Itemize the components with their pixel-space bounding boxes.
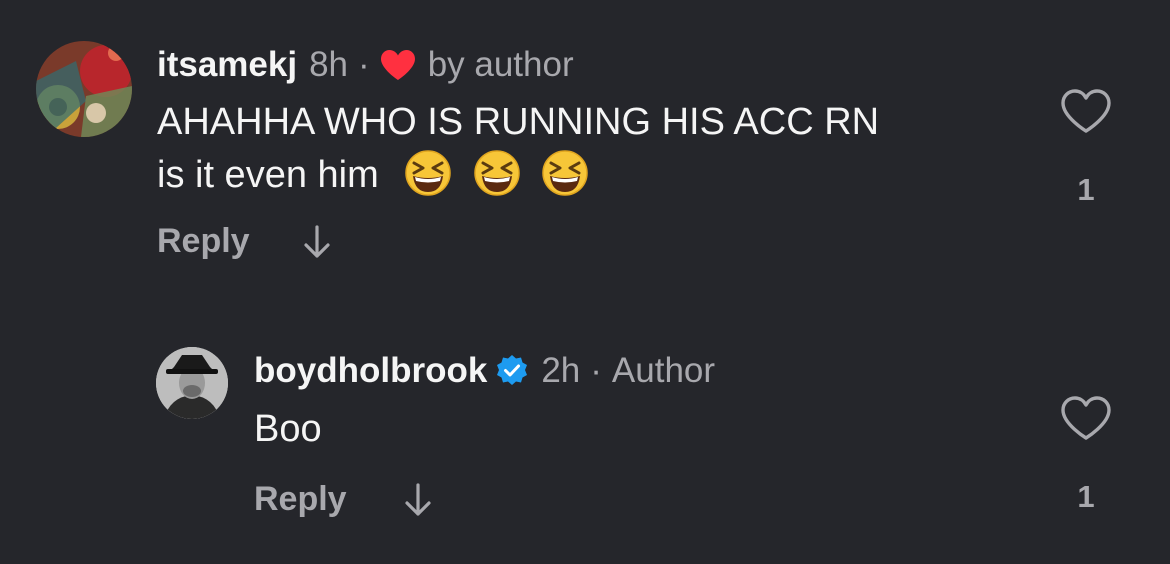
comment-header: boydholbrook 2h · Author	[254, 351, 715, 391]
username[interactable]: boydholbrook	[254, 351, 487, 391]
red-heart-icon	[380, 50, 415, 80]
reply-button[interactable]: Reply	[254, 480, 347, 519]
comment-text: Boo	[254, 403, 322, 456]
author-label: Author	[611, 351, 716, 390]
comment-text-line: AHAHHA WHO IS RUNNING HIS ACC RN	[157, 101, 880, 143]
like-count: 1	[1077, 172, 1095, 207]
separator-dot: ·	[358, 45, 370, 84]
verified-badge-icon	[497, 355, 528, 385]
grinning-squinting-face-icon	[474, 150, 520, 196]
avatar-boydholbrook[interactable]	[156, 347, 228, 419]
grinning-squinting-face-icon	[405, 150, 452, 196]
heart-outline-icon[interactable]	[1060, 395, 1112, 441]
comment-actions: Reply	[254, 480, 433, 519]
like-column: 1	[1056, 88, 1116, 208]
separator-dot: ·	[590, 351, 602, 390]
avatar-itsamekj[interactable]	[36, 41, 132, 137]
username[interactable]: itsamekj	[157, 45, 297, 85]
comment-header: itsamekj 8h · by author	[157, 45, 574, 85]
like-column: 1	[1056, 395, 1116, 515]
arrow-down-icon[interactable]	[302, 224, 332, 260]
timestamp: 2h	[541, 351, 581, 390]
timestamp: 8h	[309, 45, 349, 84]
comment-actions: Reply	[157, 222, 332, 261]
reply-button[interactable]: Reply	[157, 222, 250, 261]
comment-text-line-2: is it even him	[157, 149, 879, 202]
by-author-label: by author	[427, 45, 574, 84]
comment-text-line: Boo	[254, 408, 322, 450]
grinning-squinting-face-icon	[542, 150, 589, 196]
comment-text-part: is it even him	[157, 154, 379, 196]
arrow-down-icon[interactable]	[403, 482, 433, 518]
like-count: 1	[1077, 479, 1095, 514]
comment-text: AHAHHA WHO IS RUNNING HIS ACC RN is it e…	[157, 96, 879, 202]
heart-outline-icon[interactable]	[1060, 88, 1112, 134]
